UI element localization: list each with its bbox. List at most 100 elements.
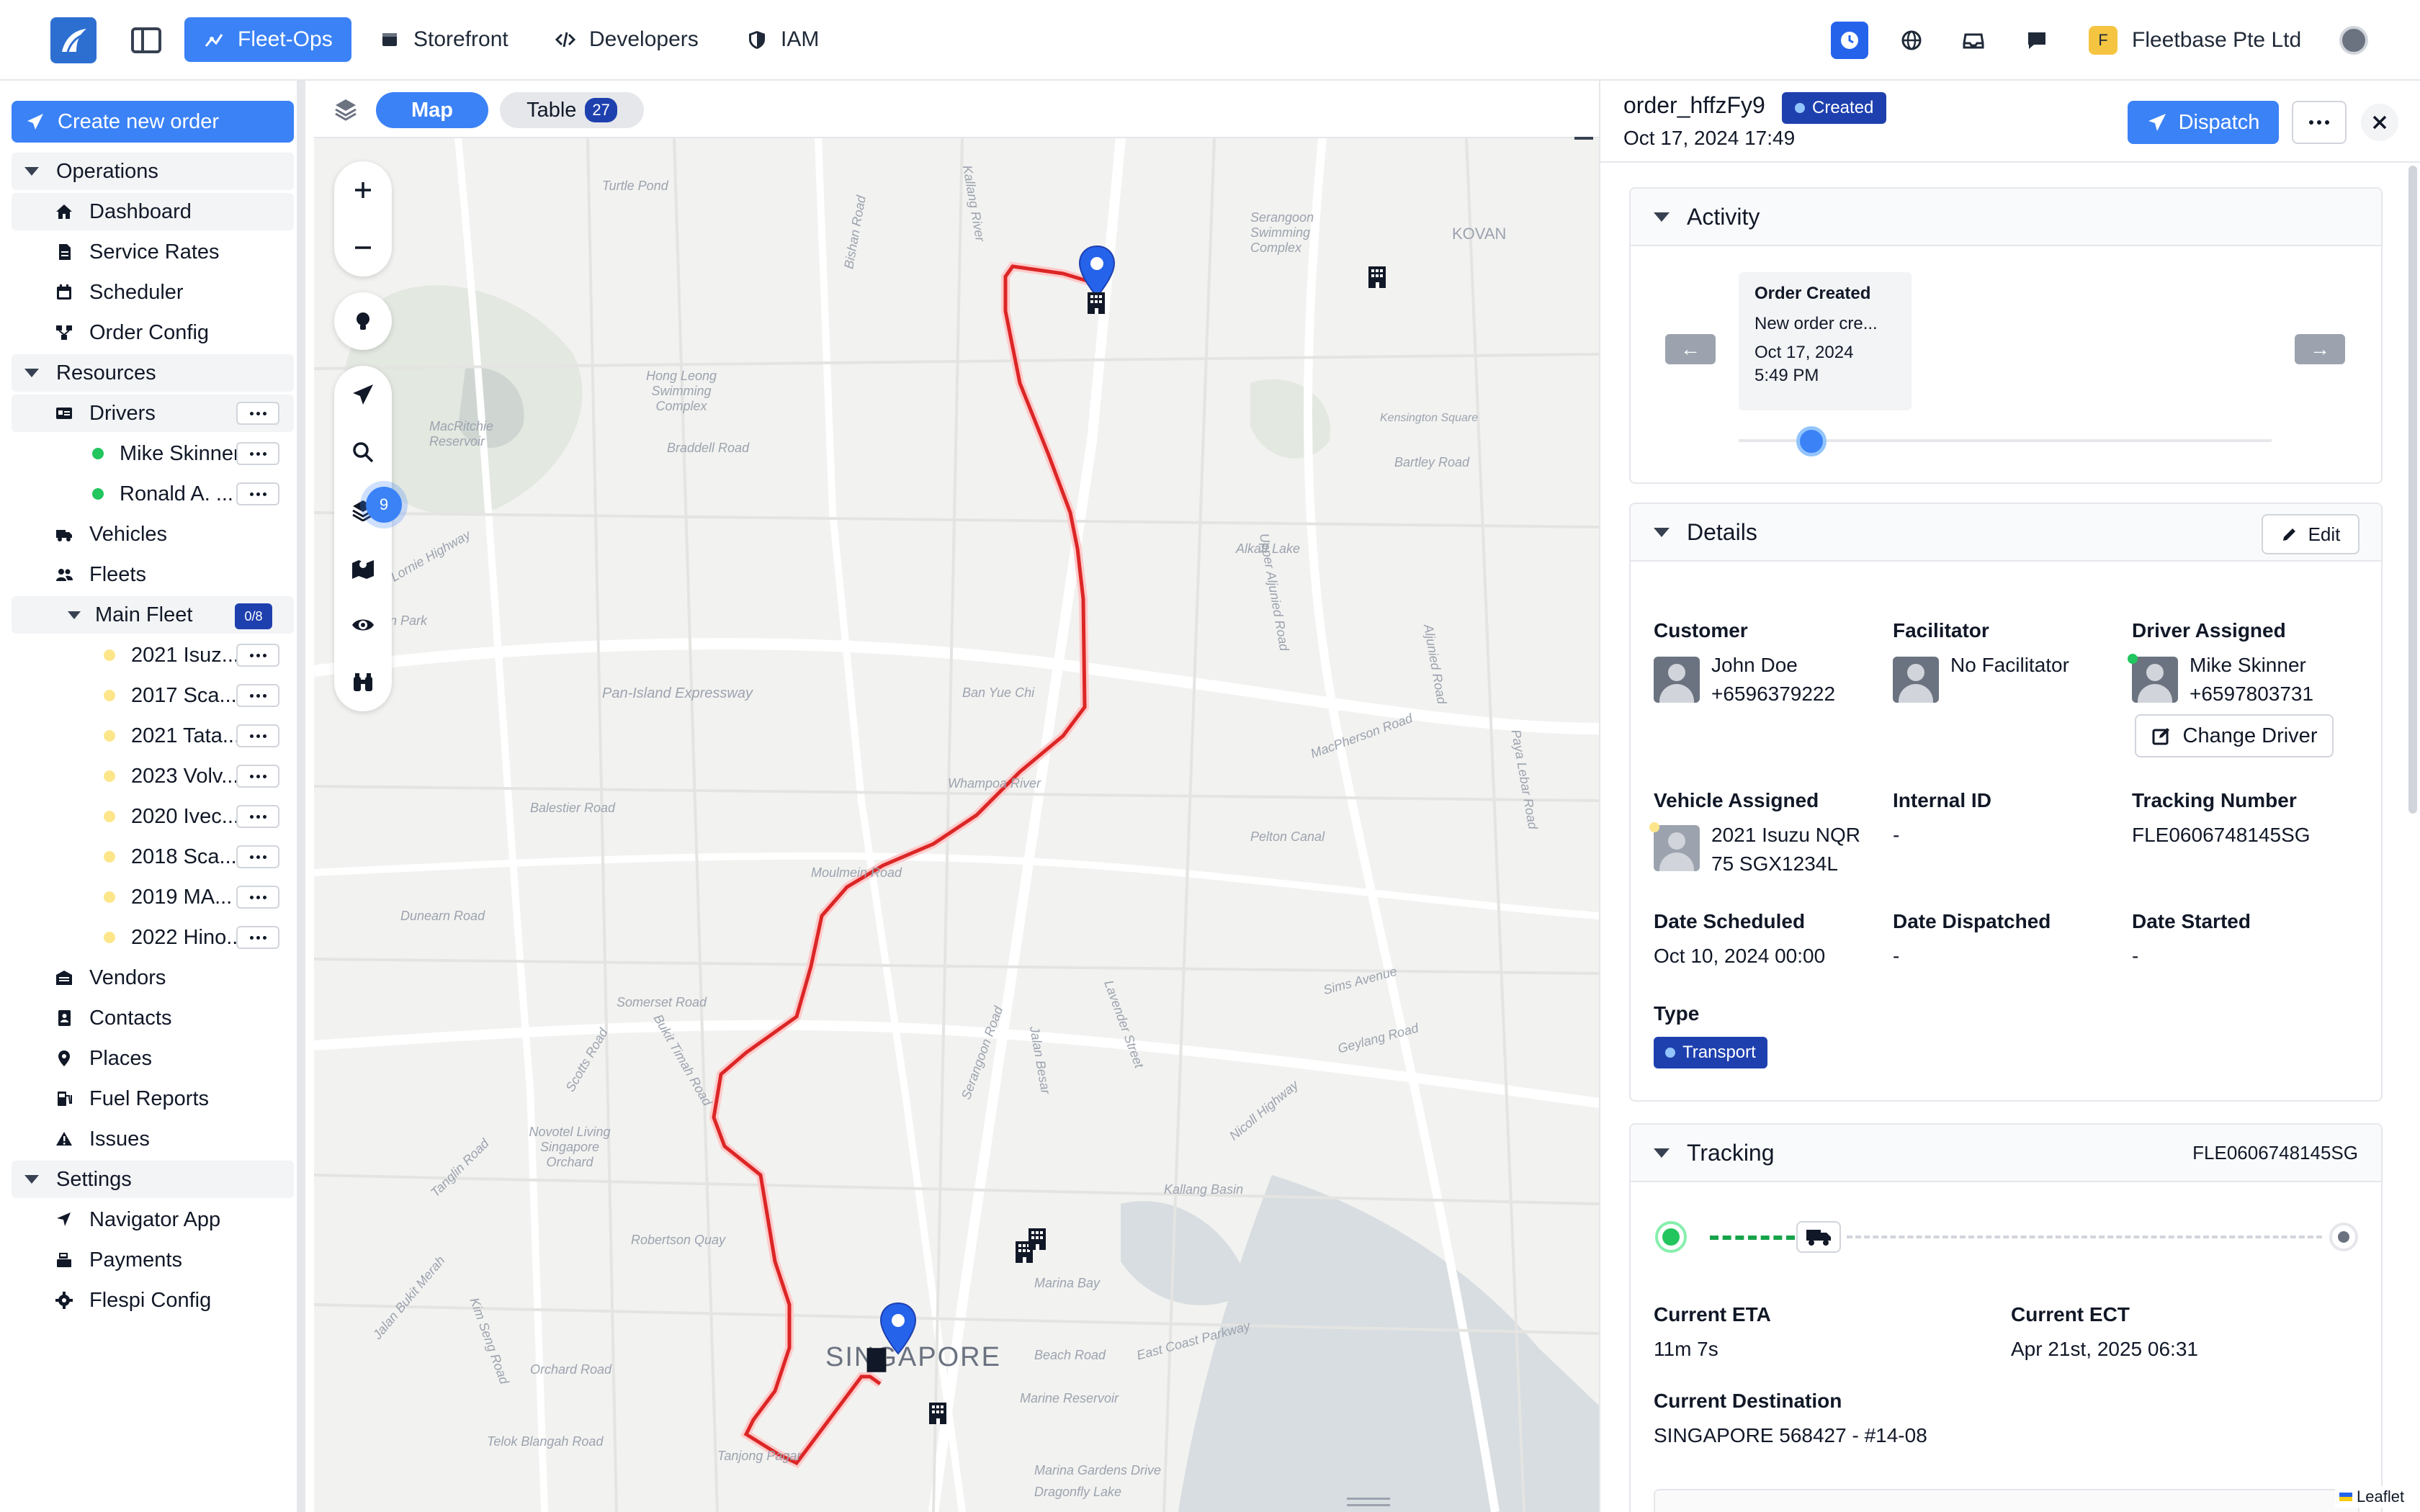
- zoom-out-button[interactable]: [334, 219, 392, 276]
- activity-header[interactable]: Activity: [1631, 189, 2381, 246]
- vehicle-name: 2018 Sca...: [131, 845, 237, 868]
- map-layers-button[interactable]: [334, 539, 392, 596]
- fleetbase-logo[interactable]: [50, 17, 97, 63]
- sidebar-item-fleets[interactable]: Fleets: [12, 556, 294, 593]
- sidebar-item-service-rates[interactable]: Service Rates: [12, 233, 294, 271]
- map-canvas[interactable]: [314, 81, 1599, 1512]
- sidebar-item-fleet-vehicle[interactable]: 2019 MA...: [12, 878, 294, 916]
- details-header[interactable]: Details Edit: [1631, 504, 2381, 562]
- sidebar-toggle-icon[interactable]: [131, 27, 161, 53]
- order-more-button[interactable]: [2292, 101, 2347, 144]
- drivers-more-button[interactable]: [236, 402, 279, 425]
- sidebar-item-label: Vehicles: [89, 522, 168, 546]
- map-tools: [334, 366, 392, 711]
- create-new-order-button[interactable]: Create new order: [12, 101, 294, 143]
- vehicle-more-button[interactable]: [236, 644, 279, 667]
- sidebar-item-fleet-vehicle[interactable]: 2022 Hino...: [12, 919, 294, 956]
- activity-timeline-knob[interactable]: [1796, 426, 1827, 456]
- edit-details-button[interactable]: Edit: [2262, 514, 2360, 554]
- tab-storefront-label: Storefront: [413, 27, 508, 51]
- activity-item[interactable]: Order Created New order cre... Oct 17, 2…: [1739, 272, 1912, 410]
- sidebar-item-drivers[interactable]: Drivers: [12, 395, 294, 432]
- sidebar-item-fleet-vehicle[interactable]: 2021 Isuz...: [12, 636, 294, 674]
- vehicle-more-button[interactable]: [236, 886, 279, 909]
- activity-prev-button[interactable]: ←: [1665, 334, 1716, 364]
- sidebar-item-fleet-vehicle[interactable]: 2023 Volv...: [12, 757, 294, 795]
- sidebar-item-fleet-vehicle[interactable]: 2018 Sca...: [12, 838, 294, 876]
- search-tool-button[interactable]: [334, 423, 392, 481]
- sidebar-item-driver[interactable]: Ronald A. ...: [12, 475, 294, 513]
- lightbulb-button[interactable]: [334, 292, 392, 350]
- sidebar-item-fleet-vehicle[interactable]: 2021 Tata...: [12, 717, 294, 755]
- calendar-icon: [57, 284, 71, 300]
- sidebar-item-vehicles[interactable]: Vehicles: [12, 516, 294, 553]
- driver-more-button[interactable]: [236, 442, 279, 465]
- panel-scrollbar[interactable]: [2408, 166, 2417, 814]
- zoom-in-button[interactable]: [334, 161, 392, 219]
- sidebar-item-fleet-vehicle[interactable]: 2020 Ivec...: [12, 798, 294, 835]
- map-view[interactable]: Turtle Pond Kallang River Bishan Road Ho…: [314, 81, 1599, 1512]
- sidebar-item-dashboard[interactable]: Dashboard: [12, 193, 294, 230]
- resize-handle[interactable]: [1347, 1498, 1390, 1506]
- sidebar-item-label: Navigator App: [89, 1207, 221, 1231]
- sidebar-item-fleet-vehicle[interactable]: 2017 Sca...: [12, 677, 294, 714]
- sidebar-item-order-config[interactable]: Order Config: [12, 314, 294, 351]
- vehicle-more-button[interactable]: [236, 724, 279, 747]
- section-settings[interactable]: Settings: [12, 1161, 294, 1198]
- activity-next-button[interactable]: →: [2295, 334, 2345, 364]
- sidebar-item-flespi-config[interactable]: Flespi Config: [12, 1282, 294, 1319]
- vehicle-status-dot: [104, 690, 115, 701]
- sidebar-item-fuel-reports[interactable]: Fuel Reports: [12, 1080, 294, 1117]
- tab-storefront[interactable]: Storefront: [360, 17, 527, 62]
- inbox-button[interactable]: [1955, 22, 1992, 59]
- sidebar-item-places[interactable]: Places: [12, 1040, 294, 1077]
- tracking-header[interactable]: Tracking FLE0606748145SG: [1631, 1125, 2381, 1182]
- storefront-icon: [382, 33, 397, 46]
- leaflet-attribution[interactable]: Leaflet: [2335, 1486, 2409, 1508]
- vehicle-more-button[interactable]: [236, 684, 279, 707]
- chat-button[interactable]: [2018, 22, 2056, 59]
- organization-switcher[interactable]: F Fleetbase Pte Ltd: [2089, 22, 2301, 59]
- layers-icon[interactable]: [333, 96, 359, 122]
- sidebar-item-label: Issues: [89, 1127, 150, 1151]
- sidebar-item-contacts[interactable]: Contacts: [12, 999, 294, 1037]
- minimize-icon[interactable]: [1574, 137, 1593, 140]
- vehicle-name: 2022 Hino...: [131, 925, 244, 949]
- sidebar-item-main-fleet[interactable]: Main Fleet 0/8: [12, 596, 294, 634]
- driver-more-button[interactable]: [236, 482, 279, 505]
- vehicle-more-button[interactable]: [236, 845, 279, 868]
- language-button[interactable]: [1893, 22, 1930, 59]
- table-view-tab[interactable]: Table 27: [500, 92, 644, 128]
- sidebar-item-navigator-app[interactable]: Navigator App: [12, 1201, 294, 1238]
- binoculars-button[interactable]: [334, 654, 392, 711]
- sidebar-item-issues[interactable]: Issues: [12, 1120, 294, 1158]
- vehicle-more-button[interactable]: [236, 926, 279, 949]
- sidebar-item-scheduler[interactable]: Scheduler: [12, 274, 294, 311]
- order-panel: order_hffzFy9 Created Oct 17, 2024 17:49…: [1599, 81, 2420, 1512]
- date-started-label: Date Started: [2132, 910, 2251, 932]
- sidebar-item-label: Payments: [89, 1248, 182, 1272]
- sidebar-item-driver[interactable]: Mike Skinner: [12, 435, 294, 472]
- vehicle-more-button[interactable]: [236, 805, 279, 828]
- arrow-right-icon: →: [2310, 338, 2330, 360]
- clock-button[interactable]: [1831, 22, 1868, 59]
- tab-fleet-ops[interactable]: Fleet-Ops: [184, 17, 351, 62]
- user-avatar[interactable]: [2339, 26, 2368, 55]
- section-resources[interactable]: Resources: [12, 354, 294, 392]
- visibility-button[interactable]: [334, 596, 392, 654]
- vehicle-more-button[interactable]: [236, 765, 279, 788]
- section-operations[interactable]: Operations: [12, 153, 294, 190]
- warehouse-icon: [56, 971, 72, 985]
- arrow-left-icon: ←: [1680, 338, 1700, 360]
- building-icon: [929, 1403, 946, 1424]
- dispatch-tool-button[interactable]: [334, 366, 392, 423]
- sidebar-item-vendors[interactable]: Vendors: [12, 959, 294, 996]
- sidebar-item-payments[interactable]: Payments: [12, 1241, 294, 1279]
- dispatch-button[interactable]: Dispatch: [2128, 101, 2279, 144]
- change-driver-button[interactable]: Change Driver: [2135, 714, 2334, 757]
- close-panel-button[interactable]: [2361, 104, 2398, 141]
- tab-iam[interactable]: IAM: [727, 17, 838, 62]
- chat-icon: [2028, 32, 2045, 49]
- map-view-tab[interactable]: Map: [376, 92, 488, 128]
- tab-developers[interactable]: Developers: [536, 17, 717, 62]
